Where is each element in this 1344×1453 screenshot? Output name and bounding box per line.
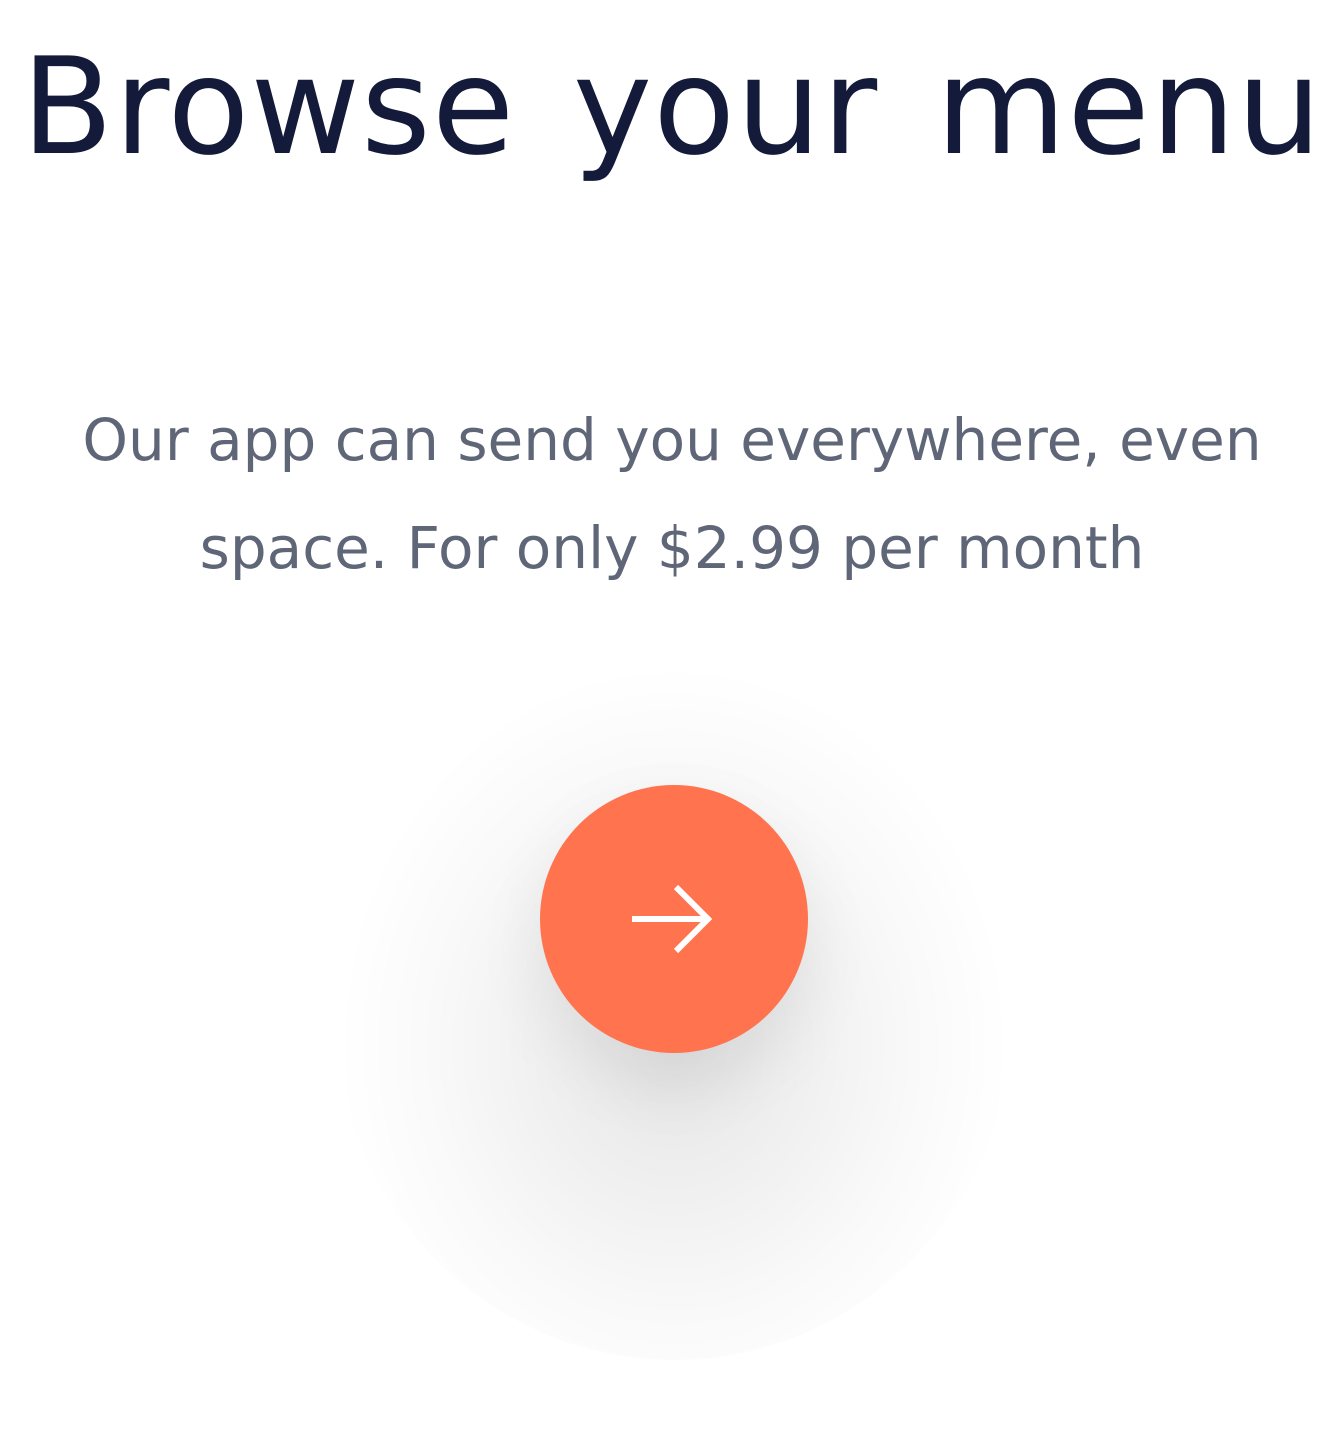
next-button[interactable] bbox=[540, 785, 808, 1053]
arrow-right-icon bbox=[632, 884, 713, 954]
page-subtitle: Our app can send you everywhere, even sp… bbox=[82, 406, 1262, 582]
page-title: Browse your menu bbox=[21, 29, 1323, 185]
onboarding-screen: Browse your menu Our app can send you ev… bbox=[0, 0, 1344, 1453]
